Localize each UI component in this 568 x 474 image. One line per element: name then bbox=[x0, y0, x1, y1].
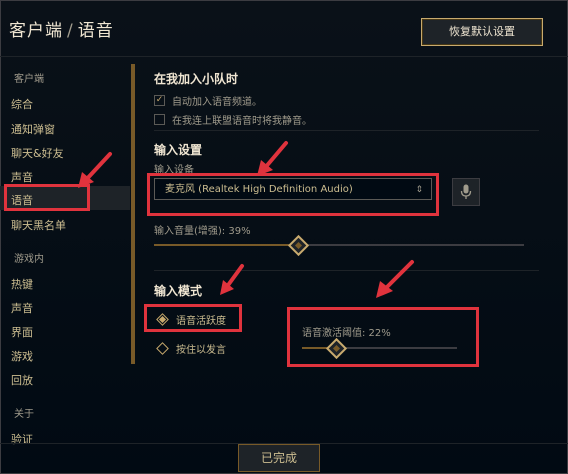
breadcrumb-separator: / bbox=[67, 21, 74, 41]
push-to-talk-radio[interactable]: 按住以发言 bbox=[156, 341, 226, 356]
done-button[interactable]: 已完成 bbox=[238, 444, 320, 472]
section-divider bbox=[154, 130, 539, 131]
sidebar-item-blocklist[interactable]: 聊天黑名单 bbox=[11, 217, 66, 233]
sidebar-item-hotkeys[interactable]: 热键 bbox=[11, 276, 33, 292]
sidebar-section-client: 客户端 bbox=[14, 74, 44, 85]
annotation-box-input-device bbox=[147, 173, 439, 216]
checkbox-checked-icon: ✓ bbox=[154, 95, 165, 106]
sidebar-item-sound[interactable]: 声音 bbox=[11, 169, 33, 185]
sidebar-section-about: 关于 bbox=[14, 409, 34, 420]
input-volume-label: 输入音量(增强): 39% bbox=[154, 226, 251, 237]
sidebar-item-verification[interactable]: 验证 bbox=[11, 431, 33, 447]
radio-unselected-icon bbox=[156, 342, 169, 355]
annotation-box-threshold bbox=[287, 307, 479, 367]
auto-join-voice-checkbox[interactable]: ✓ 自动加入语音频道。 bbox=[154, 93, 262, 108]
mute-on-connect-checkbox[interactable]: 在我连上联盟语音时将我静音。 bbox=[154, 112, 312, 127]
sidebar-scrollbar[interactable] bbox=[131, 64, 135, 364]
auto-join-voice-label: 自动加入语音频道。 bbox=[172, 97, 262, 108]
sidebar-item-interface[interactable]: 界面 bbox=[11, 324, 33, 340]
push-to-talk-label: 按住以发言 bbox=[176, 345, 226, 356]
input-settings-title: 输入设置 bbox=[154, 143, 203, 157]
mute-on-connect-label: 在我连上联盟语音时将我静音。 bbox=[172, 116, 312, 127]
sidebar-item-ingame-sound[interactable]: 声音 bbox=[11, 300, 33, 316]
input-volume-thumb[interactable] bbox=[288, 234, 310, 257]
sidebar-item-game[interactable]: 游戏 bbox=[11, 348, 33, 364]
restore-defaults-button[interactable]: 恢复默认设置 bbox=[421, 18, 543, 46]
breadcrumb-parent: 客户端 bbox=[9, 21, 63, 41]
input-mode-title: 输入模式 bbox=[154, 284, 203, 298]
annotation-arrow-icon bbox=[220, 264, 244, 295]
annotation-arrow-icon bbox=[78, 152, 112, 188]
page-title: 客户端 / 语音 bbox=[9, 16, 114, 41]
voice-settings-panel: 在我加入小队时 ✓ 自动加入语音频道。 在我连上联盟语音时将我静音。 输入设置 … bbox=[140, 60, 555, 440]
checkbox-unchecked-icon bbox=[154, 114, 165, 125]
sidebar-item-general[interactable]: 综合 bbox=[11, 96, 33, 112]
sidebar-section-ingame: 游戏内 bbox=[14, 254, 44, 265]
party-section-title: 在我加入小队时 bbox=[154, 72, 239, 86]
breadcrumb-current: 语音 bbox=[77, 21, 114, 41]
sidebar-item-replays[interactable]: 回放 bbox=[11, 372, 33, 388]
microphone-test-button[interactable] bbox=[452, 178, 480, 206]
header: 客户端 / 语音 恢复默认设置 bbox=[0, 0, 568, 57]
section-divider bbox=[154, 270, 539, 271]
microphone-icon bbox=[460, 184, 472, 199]
sidebar: 客户端 综合 通知弹窗 聊天&好友 声音 语音 聊天黑名单 游戏内 热键 声音 … bbox=[0, 60, 130, 446]
input-volume-fill bbox=[154, 244, 299, 246]
annotation-arrow-icon bbox=[376, 260, 414, 298]
input-volume-slider[interactable] bbox=[154, 234, 524, 257]
sidebar-item-notifications[interactable]: 通知弹窗 bbox=[11, 121, 55, 137]
sidebar-item-chat-friends[interactable]: 聊天&好友 bbox=[11, 145, 64, 161]
annotation-arrow-icon bbox=[257, 141, 288, 176]
annotation-box-voice-activity bbox=[144, 304, 242, 332]
